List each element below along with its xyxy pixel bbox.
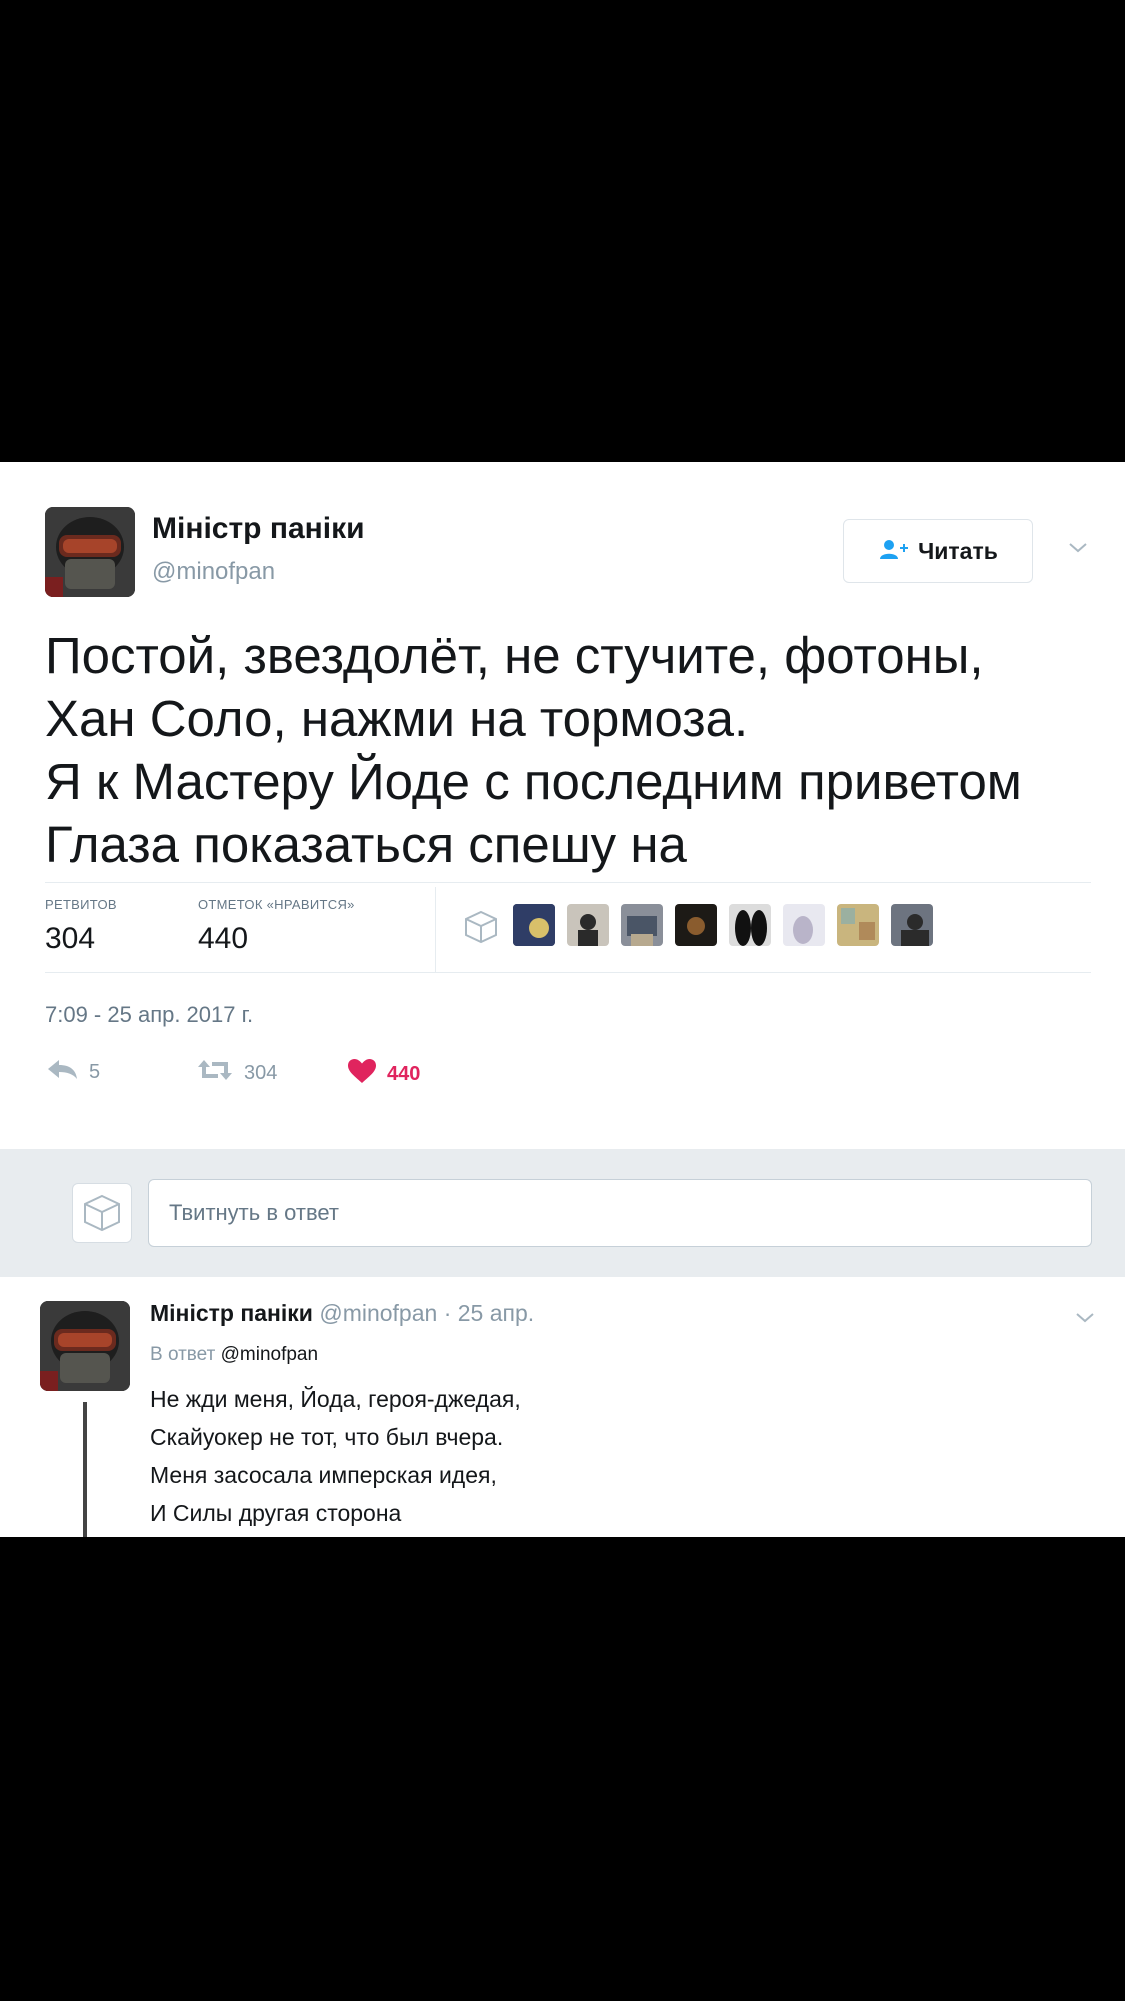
liker-avatar[interactable] <box>621 904 663 946</box>
heart-icon <box>347 1058 377 1090</box>
tweet-line: Я к Мастеру Йоде с последним приветом <box>45 753 1022 810</box>
retweet-icon <box>196 1058 234 1088</box>
reply-separator: · <box>443 1300 452 1326</box>
like-count: 440 <box>387 1062 421 1085</box>
like-action[interactable]: 440 <box>347 1058 420 1090</box>
box-icon <box>72 1183 132 1243</box>
author-handle[interactable]: @minofpan <box>152 558 275 586</box>
reply-author-avatar[interactable] <box>40 1301 130 1391</box>
liker-avatar[interactable] <box>513 904 555 946</box>
chevron-down-icon[interactable] <box>1075 1307 1095 1330</box>
tweet-line: Хан Соло, нажми на тормоза. <box>45 690 749 747</box>
in-reply-handle[interactable]: @minofpan <box>221 1344 318 1365</box>
tweet-card: Міністр паніки @minofpan Читать Постой, … <box>0 462 1125 1537</box>
reply-text: Не жди меня, Йода, героя-джедая, Скайуок… <box>150 1380 521 1532</box>
divider <box>45 882 1091 883</box>
follow-user-icon <box>878 538 910 565</box>
reply-line: Не жди меня, Йода, героя-джедая, <box>150 1386 521 1412</box>
likes-stat[interactable]: ОТМЕТОК «НРАВИТСЯ» 440 <box>198 897 355 956</box>
likes-value: 440 <box>198 922 249 955</box>
liker-avatar[interactable] <box>567 904 609 946</box>
reply-author-handle[interactable]: @minofpan <box>319 1300 437 1326</box>
retweets-stat[interactable]: РЕТВИТОВ 304 <box>45 897 117 956</box>
tweet-line: Постой, звездолёт, не стучите, фотоны, <box>45 627 984 684</box>
tweet-text: Постой, звездолёт, не стучите, фотоны, Х… <box>45 624 1085 876</box>
liker-avatar[interactable] <box>729 904 771 946</box>
in-reply-prefix: В ответ <box>150 1344 216 1365</box>
stats-separator <box>435 887 436 972</box>
reply-count: 5 <box>89 1060 101 1083</box>
reply-input[interactable]: Твитнуть в ответ <box>148 1179 1092 1247</box>
retweet-count: 304 <box>244 1061 278 1084</box>
reply-line: И Силы другая сторона <box>150 1500 402 1526</box>
liker-avatar[interactable] <box>783 904 825 946</box>
liker-avatar[interactable] <box>675 904 717 946</box>
reply-date[interactable]: 25 апр. <box>458 1300 534 1326</box>
in-reply-to: В ответ @minofpan <box>150 1344 318 1366</box>
liker-avatar[interactable] <box>837 904 879 946</box>
divider <box>45 972 1091 973</box>
reply-icon <box>45 1058 79 1086</box>
follow-button[interactable]: Читать <box>843 519 1033 583</box>
box-icon <box>462 908 500 951</box>
tweet-timestamp[interactable]: 7:09 - 25 апр. 2017 г. <box>45 1002 253 1028</box>
likes-label: ОТМЕТОК «НРАВИТСЯ» <box>198 897 355 912</box>
reply-input-placeholder: Твитнуть в ответ <box>169 1200 339 1225</box>
author-name[interactable]: Міністр паніки <box>152 512 365 546</box>
follow-label: Читать <box>918 537 998 564</box>
chevron-down-icon[interactable] <box>1068 537 1088 560</box>
tweet-line: Глаза показаться спешу на <box>45 816 687 873</box>
reply-author-name[interactable]: Міністр паніки <box>150 1300 313 1326</box>
reply-header: Міністр паніки @minofpan · 25 апр. <box>150 1300 534 1327</box>
liker-avatar[interactable] <box>891 904 933 946</box>
retweets-value: 304 <box>45 922 96 955</box>
retweet-action[interactable]: 304 <box>196 1058 277 1088</box>
reply-line: Скайуокер не тот, что был вчера. <box>150 1424 504 1450</box>
reply-action[interactable]: 5 <box>45 1058 100 1086</box>
author-avatar[interactable] <box>45 507 135 597</box>
reply-line: Меня засосала имперская идея, <box>150 1462 497 1488</box>
retweets-label: РЕТВИТОВ <box>45 897 117 912</box>
thread-line <box>83 1402 87 1537</box>
